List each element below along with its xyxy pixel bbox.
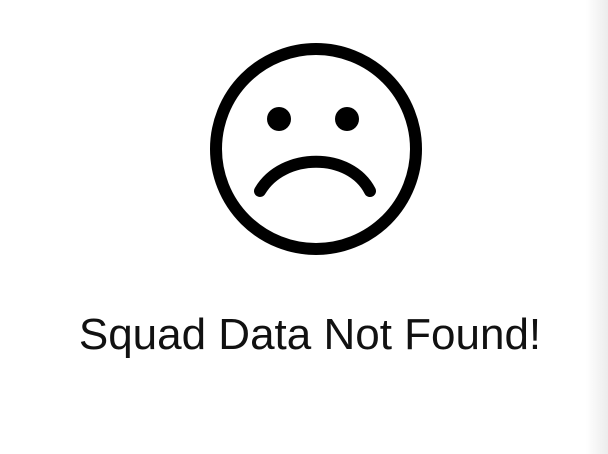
- empty-state-message: Squad Data Not Found!: [78, 310, 542, 359]
- right-edge-shadow: [586, 0, 608, 454]
- sad-face-icon: [205, 38, 427, 260]
- empty-state-screen: Squad Data Not Found!: [0, 0, 608, 454]
